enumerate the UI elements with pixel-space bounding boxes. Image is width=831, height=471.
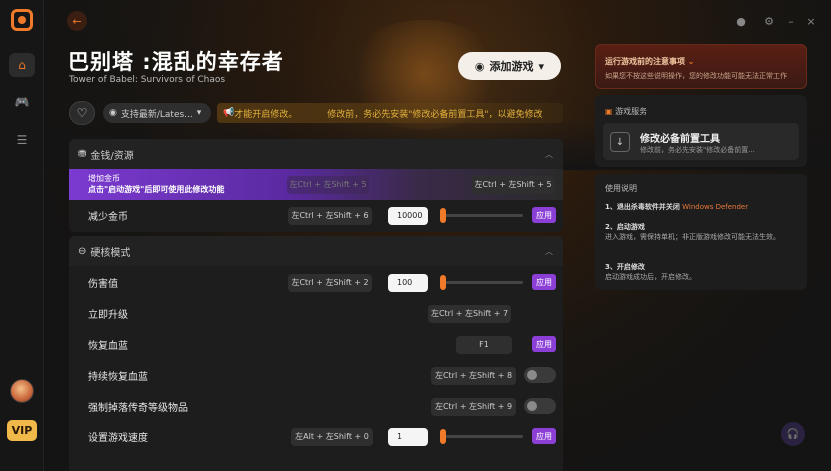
coin-icon: ⛃	[78, 148, 87, 160]
settings-icon[interactable]: ⚙	[762, 14, 776, 28]
hotkey-button[interactable]: 左Ctrl + 左Shift + 2	[288, 273, 372, 292]
cheat-hint: 点击"启动游戏"后即可使用此修改功能	[88, 185, 225, 194]
add-game-label: 添加游戏	[489, 60, 534, 73]
section-header[interactable]: ⛃ 金钱/资源 ︿	[69, 139, 563, 169]
cheat-row-add-gold[interactable]: 增加金币 点击"启动游戏"后即可使用此修改功能 左Ctrl + 左Shift +…	[69, 169, 563, 200]
app-window: ⌂ 🎮 ☰ VIP ← ● ⚙ – × 巴别塔 :混乱的幸存者 Tower of…	[0, 0, 831, 471]
megaphone-icon: 📢	[223, 108, 235, 118]
warning-card[interactable]: 运行游戏前的注意事项 ⌄ 如果您不按这些说明操作，您的修改功能可能无法正常工作	[595, 44, 807, 89]
cheat-label: 伤害值	[88, 279, 118, 290]
value-slider[interactable]	[440, 429, 523, 444]
main-area: ← ● ⚙ – × 巴别塔 :混乱的幸存者 Tower of Babel: Su…	[44, 0, 831, 471]
warning-title: 运行游戏前的注意事项 ⌄	[605, 57, 695, 66]
apply-button[interactable]: 应用	[532, 336, 556, 352]
vip-badge[interactable]: VIP	[7, 420, 37, 441]
home-icon[interactable]: ⌂	[9, 53, 35, 77]
cheat-label: 增加金币	[88, 174, 120, 183]
notice-text-1: 才能开启修改。	[234, 109, 298, 120]
heart-icon: ♡	[76, 106, 88, 120]
hotkey-button[interactable]: 左Alt + 左Shift + 0	[291, 427, 373, 446]
cheat-row-regen-hp: 持续恢复血蓝 左Ctrl + 左Shift + 8	[69, 360, 563, 391]
toggle-switch[interactable]	[524, 398, 556, 414]
service-title: 修改必备前置工具	[640, 134, 720, 145]
notice-text-2: 修改前，务必先安装"修改必备前置工具"，以避免修改	[327, 109, 543, 120]
apply-button[interactable]: 应用	[532, 207, 556, 223]
hotkey-button[interactable]: 左Ctrl + 左Shift + 6	[288, 206, 372, 225]
value-input[interactable]: 10000	[388, 206, 428, 225]
service-subtitle: 修改前，务必先安装"修改必备前置...	[640, 146, 755, 154]
cheat-row-damage: 伤害值 左Ctrl + 左Shift + 2 100 应用	[69, 267, 563, 298]
instructions-header: 使用说明	[605, 184, 637, 193]
service-item[interactable]: ↓ 修改必备前置工具 修改前，务必先安装"修改必备前置...	[603, 123, 799, 160]
value-input[interactable]: 100	[388, 273, 428, 292]
value-slider[interactable]	[440, 275, 523, 290]
section-hardcore: ⊖ 硬核模式 ︿ 伤害值 左Ctrl + 左Shift + 2 100 应用 立…	[69, 236, 563, 471]
avatar[interactable]	[10, 379, 34, 403]
page-subtitle: Tower of Babel: Survivors of Chaos	[69, 75, 226, 85]
headset-icon[interactable]: 🎧	[781, 422, 805, 446]
hardcore-icon: ⊖	[78, 245, 87, 257]
cheat-label: 设置游戏速度	[88, 433, 148, 444]
back-icon[interactable]: ←	[67, 11, 87, 31]
section-title: 金钱/资源	[90, 150, 134, 162]
instruction-2: 2、启动游戏 进入游戏，需保持单机；非正版游戏修改可能无法生效。	[605, 223, 780, 241]
section-title: 硬核模式	[90, 247, 131, 259]
instructions-card: 使用说明 1、退出杀毒软件并关闭 Windows Defender 2、启动游戏…	[595, 174, 807, 290]
cheat-label: 恢复血蓝	[88, 341, 128, 352]
add-game-button[interactable]: ◉ 添加游戏 ▾	[458, 52, 561, 80]
notice-bar: 📢 才能开启修改。 修改前，务必先安装"修改必备前置工具"，以避免修改	[217, 103, 563, 123]
theme-icon[interactable]: ●	[734, 14, 748, 28]
sidebar: ⌂ 🎮 ☰ VIP	[0, 0, 44, 471]
apply-button[interactable]: 应用	[532, 274, 556, 290]
hotkey-button[interactable]: 左Ctrl + 左Shift + 5	[472, 175, 554, 194]
hotkey-button[interactable]: 左Ctrl + 左Shift + 8	[431, 366, 516, 385]
hotkey-button[interactable]: F1	[456, 335, 512, 354]
version-select[interactable]: ◉ 支持最新/Lates... ▾	[103, 103, 211, 123]
value-slider[interactable]	[440, 208, 523, 223]
favorite-button[interactable]: ♡	[69, 101, 95, 125]
section-money: ⛃ 金钱/资源 ︿ 增加金币 点击"启动游戏"后即可使用此修改功能 左Ctrl …	[69, 139, 563, 232]
chevron-up-icon[interactable]: ︿	[545, 246, 553, 257]
hotkey-button[interactable]: 左Ctrl + 左Shift + 7	[428, 304, 511, 323]
cheat-row-game-speed: 设置游戏速度 左Alt + 左Shift + 0 1 应用	[69, 421, 563, 452]
steam-icon: ◉	[109, 108, 117, 118]
instruction-3: 3、开启修改 启动游戏成功后，开启修改。	[605, 263, 696, 281]
value-input[interactable]: 1	[388, 427, 428, 446]
cheat-label: 强制掉落传奇等级物品	[88, 403, 188, 414]
library-icon[interactable]: ☰	[9, 128, 35, 152]
service-header: ▣ 游戏服务	[605, 107, 648, 116]
apply-button[interactable]: 应用	[532, 428, 556, 444]
hotkey-ghost: 左Ctrl + 左Shift + 5	[287, 175, 369, 194]
cheat-label: 持续恢复血蓝	[88, 372, 148, 383]
box-icon: ▣	[605, 107, 613, 116]
section-header[interactable]: ⊖ 硬核模式 ︿	[69, 236, 563, 266]
service-card: ▣ 游戏服务 ↓ 修改必备前置工具 修改前，务必先安装"修改必备前置...	[595, 95, 807, 167]
hotkey-button[interactable]: 左Ctrl + 左Shift + 9	[431, 397, 516, 416]
gamepad-icon[interactable]: 🎮	[9, 90, 35, 114]
toggle-switch[interactable]	[524, 367, 556, 383]
minimize-icon[interactable]: –	[784, 14, 798, 28]
cheat-row-level-up: 立即升级 左Ctrl + 左Shift + 7	[69, 298, 563, 329]
cheat-row-reduce-gold: 减少金币 左Ctrl + 左Shift + 6 10000 应用	[69, 200, 563, 231]
chevron-up-icon[interactable]: ︿	[545, 149, 553, 160]
page-title: 巴别塔 :混乱的幸存者	[68, 50, 284, 74]
cheat-label: 立即升级	[88, 310, 128, 321]
version-label: 支持最新/Lates...	[120, 109, 193, 120]
app-logo-icon[interactable]	[11, 9, 33, 31]
close-icon[interactable]: ×	[804, 14, 818, 28]
warning-text: 如果您不按这些说明操作，您的修改功能可能无法正常工作	[605, 72, 787, 80]
steam-icon: ◉	[474, 59, 485, 73]
chevron-down-icon: ▾	[196, 108, 202, 118]
instruction-1: 1、退出杀毒软件并关闭 Windows Defender	[605, 203, 749, 211]
download-icon: ↓	[610, 132, 630, 152]
cheat-label: 减少金币	[88, 212, 128, 223]
cheat-row-restore-hp: 恢复血蓝 F1 应用	[69, 329, 563, 360]
chevron-down-icon: ▾	[538, 59, 545, 73]
chevron-down-icon: ⌄	[687, 57, 695, 66]
cheat-row-drop-legend: 强制掉落传奇等级物品 左Ctrl + 左Shift + 9	[69, 391, 563, 422]
